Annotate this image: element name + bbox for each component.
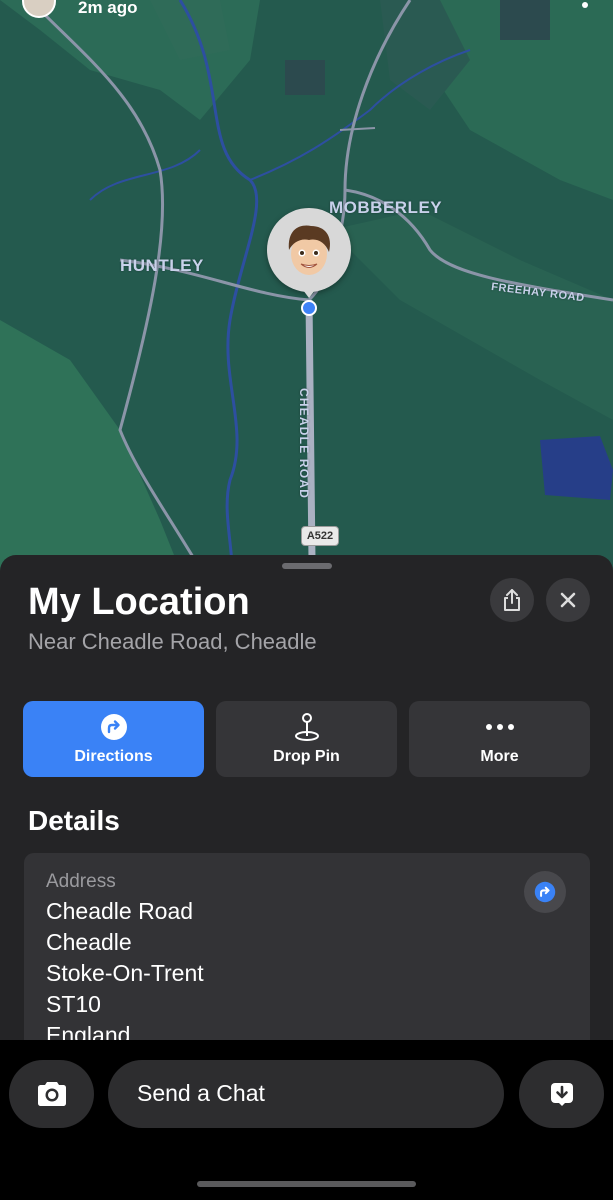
sheet-grabber[interactable]: [282, 563, 332, 569]
road-number-shield: A522: [301, 526, 339, 546]
address-line: Stoke-On-Trent: [46, 960, 204, 986]
directions-icon: [99, 712, 129, 742]
home-indicator: [197, 1181, 416, 1187]
map-label-huntley: HUNTLEY: [120, 256, 204, 275]
drop-pin-label: Drop Pin: [273, 748, 340, 765]
pin-tail: [300, 286, 318, 298]
drop-location-button[interactable]: [519, 1060, 604, 1128]
download-icon: [550, 1083, 573, 1106]
sheet-subtitle: Near Cheadle Road, Cheadle: [28, 629, 317, 654]
current-location-dot: [301, 300, 317, 316]
location-sheet: My Location Near Cheadle Road, Cheadle D…: [0, 555, 613, 1040]
drop-pin-button[interactable]: Drop Pin: [216, 701, 397, 777]
address-directions-button[interactable]: [524, 871, 566, 913]
map-label-cheadle-road: CHEADLE ROAD: [297, 388, 311, 500]
share-button[interactable]: [490, 578, 534, 622]
more-icon: [485, 712, 515, 742]
details-heading: Details: [28, 805, 120, 836]
address-line: Cheadle Road: [46, 898, 194, 924]
camera-button[interactable]: [9, 1060, 94, 1128]
address-card[interactable]: Address Cheadle Road Cheadle Stoke-On-Tr…: [24, 853, 590, 1040]
drop-pin-icon: [292, 712, 322, 742]
share-icon: [504, 589, 520, 611]
address-line: England: [46, 1022, 131, 1040]
last-seen-time: 2m ago: [78, 0, 138, 17]
more-label: More: [480, 748, 519, 765]
address-line: Cheadle: [46, 929, 132, 955]
close-icon: [560, 592, 576, 608]
address-lines: Cheadle Road Cheadle Stoke-On-Trent ST10…: [46, 896, 204, 1040]
chat-bar: Send a Chat: [0, 1040, 613, 1200]
action-buttons: Directions Drop Pin More: [23, 701, 590, 777]
sheet-title: My Location: [28, 581, 250, 623]
chat-placeholder: Send a Chat: [137, 1080, 265, 1106]
bitmoji-avatar-icon: [288, 225, 331, 275]
close-button[interactable]: [546, 578, 590, 622]
more-button[interactable]: More: [409, 701, 590, 777]
address-line: ST10: [46, 991, 101, 1017]
address-label: Address: [46, 871, 116, 892]
send-chat-input[interactable]: Send a Chat: [108, 1060, 504, 1128]
status-dot: [582, 2, 588, 8]
directions-button[interactable]: Directions: [23, 701, 204, 777]
camera-icon: [37, 1082, 66, 1106]
map-view[interactable]: 2m ago HUNTLEY MOBBERLEY FREEHAY ROAD CH…: [0, 0, 613, 620]
directions-label: Directions: [74, 748, 153, 765]
directions-icon: [534, 881, 556, 903]
bitmoji-location-pin[interactable]: [267, 208, 351, 292]
